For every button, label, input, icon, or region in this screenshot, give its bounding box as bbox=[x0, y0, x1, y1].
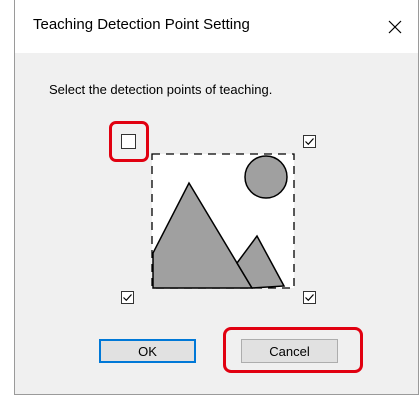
checkbox-bottom-right[interactable] bbox=[303, 291, 316, 304]
close-icon bbox=[388, 20, 402, 33]
title-bar: Teaching Detection Point Setting bbox=[15, 0, 418, 53]
checkbox-bottom-left[interactable] bbox=[121, 291, 134, 304]
image-placeholder-icon bbox=[151, 153, 295, 289]
cancel-button[interactable]: Cancel bbox=[241, 339, 338, 363]
dialog-title: Teaching Detection Point Setting bbox=[33, 16, 250, 33]
teaching-detection-dialog: Teaching Detection Point Setting Select … bbox=[14, 0, 419, 395]
checkmark-icon bbox=[305, 294, 314, 302]
checkmark-icon bbox=[305, 138, 314, 146]
ok-button[interactable]: OK bbox=[99, 339, 196, 363]
checkmark-icon bbox=[123, 294, 132, 302]
close-button[interactable] bbox=[372, 0, 418, 53]
checkbox-top-right[interactable] bbox=[303, 135, 316, 148]
instruction-text: Select the detection points of teaching. bbox=[49, 82, 273, 97]
checkbox-top-left[interactable] bbox=[121, 134, 136, 149]
